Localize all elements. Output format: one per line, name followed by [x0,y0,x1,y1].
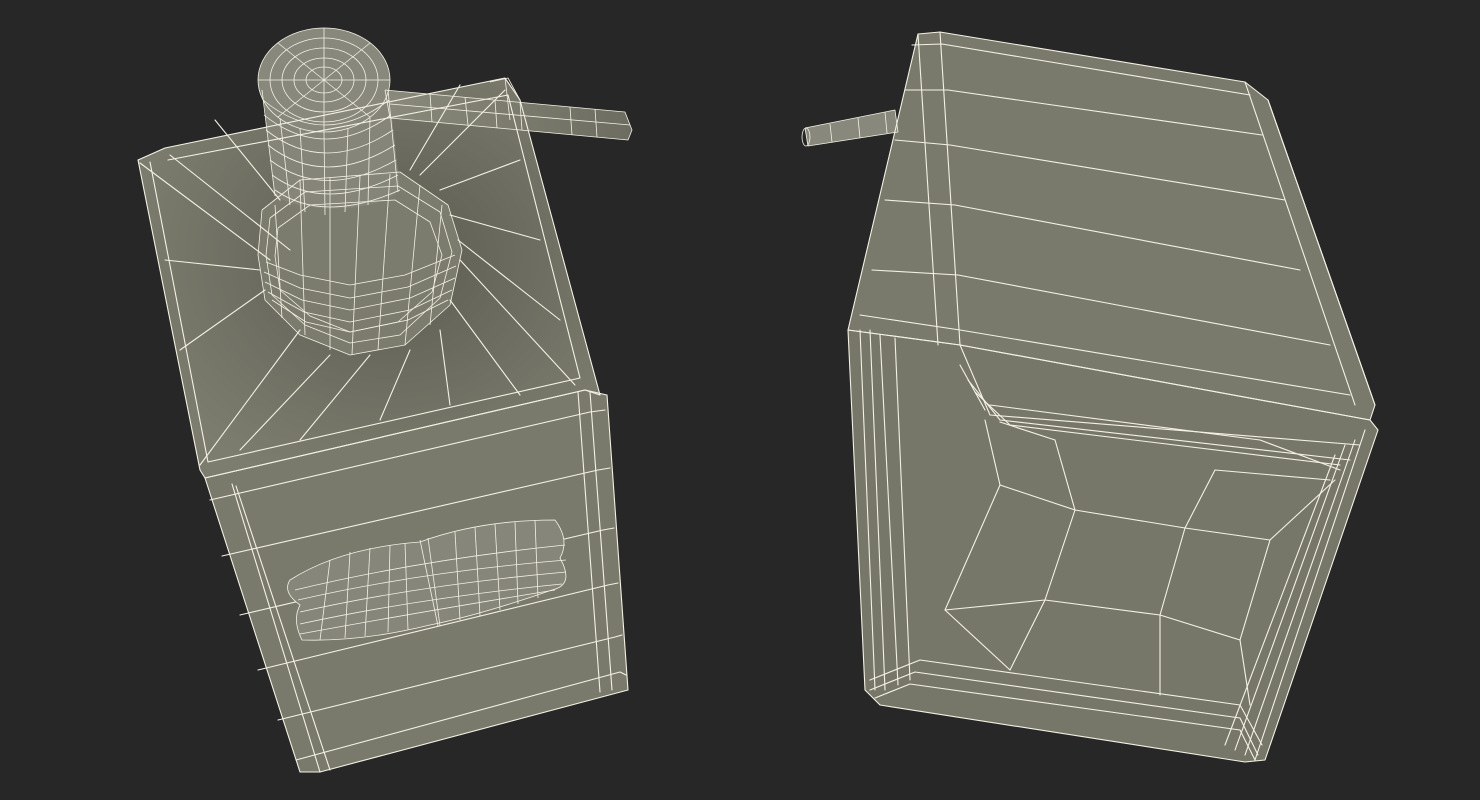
render-viewport [0,0,1480,800]
right-bottle-model [801,31,1379,763]
left-bottle-model [137,27,633,773]
right-pump-nozzle [805,110,898,146]
wireframe-render [137,27,1379,773]
